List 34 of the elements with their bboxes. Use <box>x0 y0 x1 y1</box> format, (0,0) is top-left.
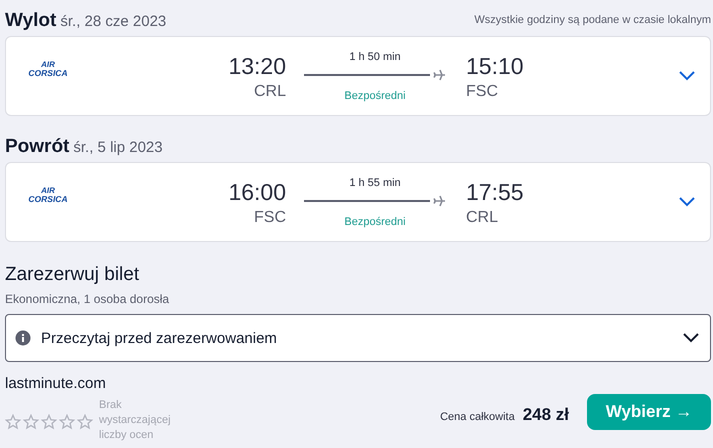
flight-card[interactable]: AIR CORSICA 16:00 FSC 1 h 55 min Bezpośredni 17:55 CRL <box>5 162 711 242</box>
notice-dropdown[interactable]: Przeczytaj przed zarezerwowaniem <box>5 314 711 362</box>
departure-time: 16:00 <box>228 178 286 207</box>
star-icon <box>41 414 57 430</box>
airport-code: CRL <box>254 83 286 101</box>
total-price: 248 zł <box>522 405 569 425</box>
airport-code: FSC <box>254 209 286 227</box>
stops-label: Bezpośredni <box>344 90 406 102</box>
departure-time: 13:20 <box>228 52 286 81</box>
section-title: Zarezerwuj bilet <box>5 264 140 286</box>
airline-logo: AIR CORSICA <box>27 186 69 204</box>
leg-date: śr., 5 lip 2023 <box>73 139 163 156</box>
fare-details: Ekonomiczna, 1 osoba dorosła <box>5 292 170 306</box>
star-icon <box>59 414 75 430</box>
airport-code: FSC <box>466 83 498 101</box>
arrival-time: 15:10 <box>466 52 524 81</box>
flight-duration: 1 h 55 min <box>349 176 401 188</box>
provider-name: lastminute.com <box>5 375 107 392</box>
flight-duration: 1 h 50 min <box>349 50 401 62</box>
airline-logo: AIR CORSICA <box>27 60 69 78</box>
flight-card[interactable]: AIR CORSICA 13:20 CRL 1 h 50 min Bezpośredni 15:10 FSC <box>5 36 711 116</box>
star-icon <box>5 414 21 430</box>
price-label: Cena całkowita <box>440 411 515 423</box>
rating-note: Brak wystarczającej liczby ocen <box>99 398 172 443</box>
stops-label: Bezpośredni <box>344 216 406 228</box>
leg-title: Powrót <box>5 136 70 158</box>
star-icon <box>23 414 39 430</box>
star-icon <box>77 414 93 430</box>
arrival-time: 17:55 <box>466 178 524 207</box>
leg-date: śr., 28 cze 2023 <box>60 13 166 30</box>
airport-code: CRL <box>466 209 498 227</box>
leg-title: Wylot <box>5 10 56 32</box>
timezone-note: Wszystkie godziny są podane w czasie lokalnym <box>474 14 711 26</box>
info-icon <box>15 330 31 346</box>
